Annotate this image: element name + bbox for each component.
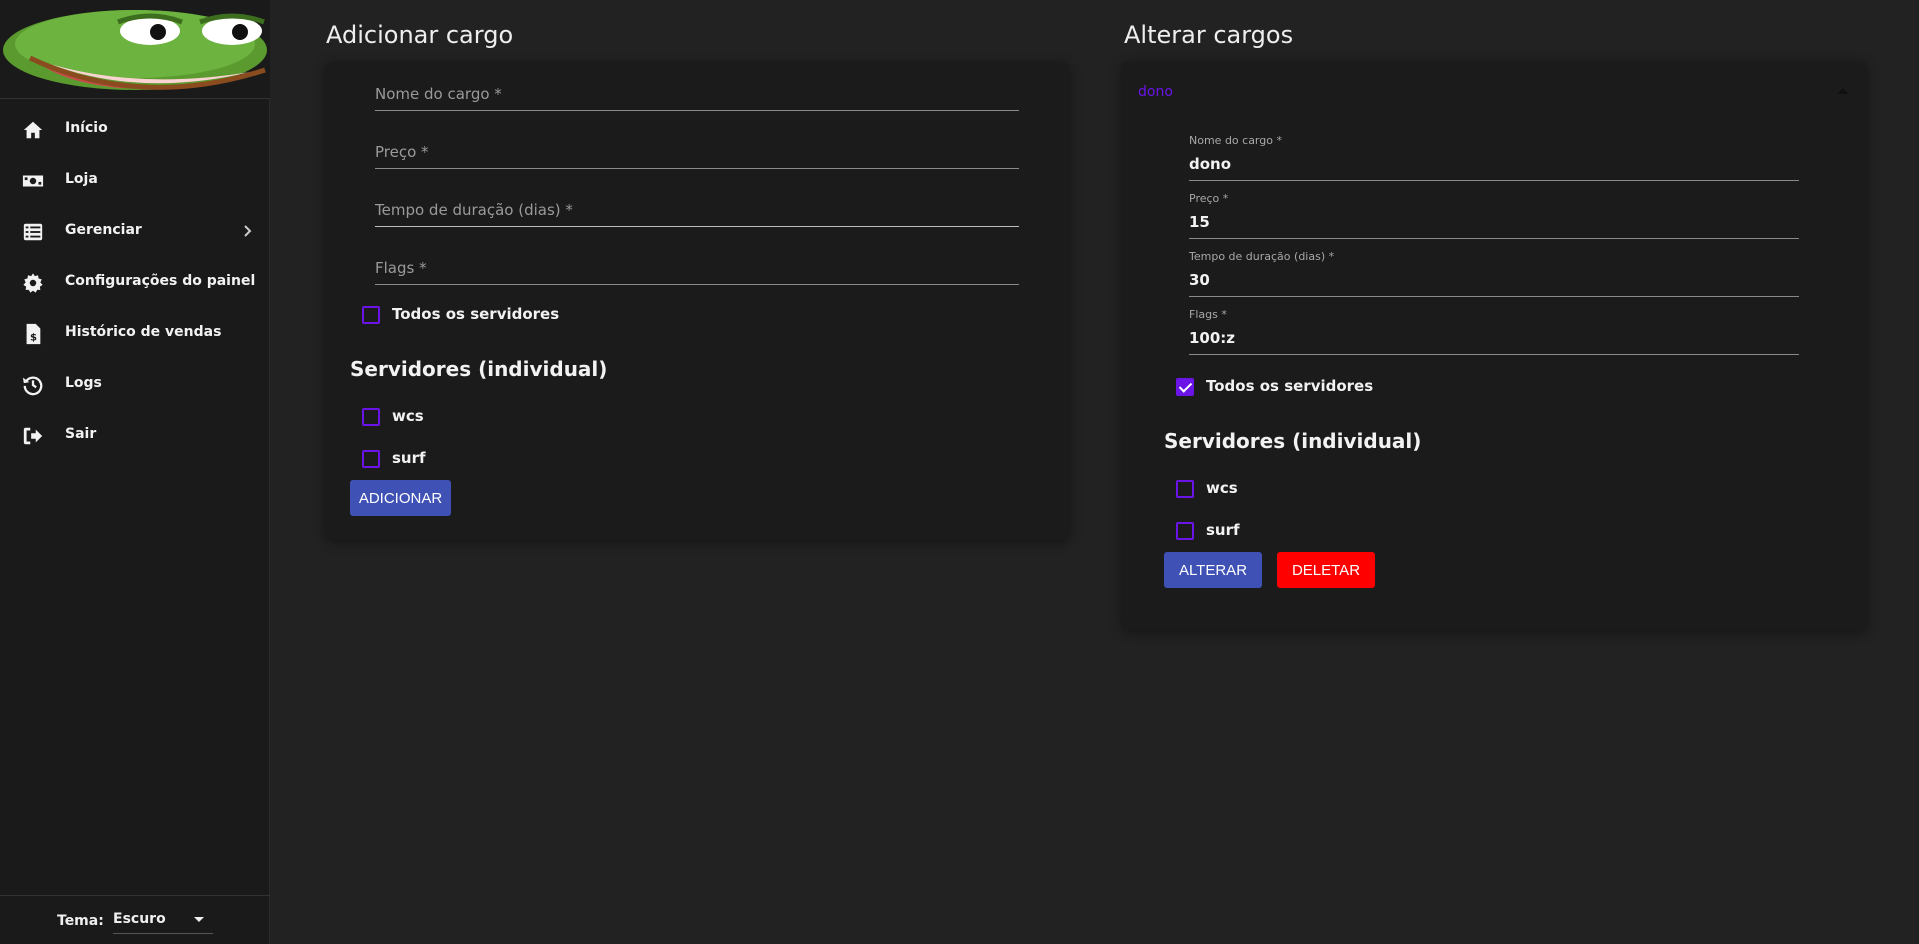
sidebar-item-sair[interactable]: Sair [0,410,270,461]
sidebar-item-inicio[interactable]: Início [0,104,270,155]
role-name-placeholder: Nome do cargo * [375,85,502,103]
dollar-file-icon: $ [26,323,41,345]
sign-out-icon [23,427,43,445]
chevron-up-icon [1837,88,1849,94]
edit-role-name-field[interactable]: Nome do cargo * dono [1189,134,1799,181]
alter-button[interactable]: ALTERAR [1164,552,1262,588]
sidebar-item-label: Sair [65,426,97,442]
servers-title: Servidores (individual) [350,357,608,381]
edit-duration-field[interactable]: Tempo de duração (dias) * 30 [1189,250,1799,297]
sidebar-item-label: Loja [65,171,98,187]
add-button[interactable]: ADICIONAR [350,480,451,516]
caret-down-icon [194,917,204,922]
svg-text:$: $ [30,332,37,343]
role-panel-dono: dono Nome do cargo * dono Preço * 15 Tem… [1123,62,1866,630]
server-checkbox-wcs[interactable] [362,408,380,426]
theme-select[interactable]: Escuro [113,904,213,934]
flags-input[interactable]: Flags * [375,251,1019,285]
sidebar-item-historico[interactable]: $ Histórico de vendas [0,308,270,359]
edit-servers-title: Servidores (individual) [1164,429,1422,453]
edit-server-label-surf: surf [1206,521,1240,539]
duration-input[interactable]: Tempo de duração (dias) * [375,193,1019,227]
role-panel-title: dono [1138,84,1173,100]
role-name-input[interactable]: Nome do cargo * [375,77,1019,111]
chevron-right-icon [244,225,252,237]
sidebar-item-label: Histórico de vendas [65,324,222,340]
sidebar-item-label: Início [65,120,108,136]
list-icon [23,223,43,241]
edit-server-checkbox-wcs[interactable] [1176,480,1194,498]
add-role-title: Adicionar cargo [326,21,514,49]
edit-duration-label: Tempo de duração (dias) * [1189,250,1335,263]
edit-price-value: 15 [1189,213,1210,231]
edit-flags-value: 100:z [1189,329,1236,347]
edit-server-checkbox-surf[interactable] [1176,522,1194,540]
flags-placeholder: Flags * [375,259,427,277]
edit-server-label-wcs: wcs [1206,479,1238,497]
edit-role-name-label: Nome do cargo * [1189,134,1282,147]
theme-bar: Tema: Escuro [0,895,270,944]
price-input[interactable]: Preço * [375,135,1019,169]
edit-duration-value: 30 [1189,271,1210,289]
edit-all-servers-checkbox[interactable] [1176,378,1194,396]
logo[interactable] [0,0,270,99]
theme-label: Tema: [57,913,104,929]
sidebar-item-label: Configurações do painel [65,273,256,289]
sidebar-item-loja[interactable]: Loja [0,155,270,206]
edit-flags-field[interactable]: Flags * 100:z [1189,308,1799,355]
edit-flags-label: Flags * [1189,308,1227,321]
edit-all-servers-label: Todos os servidores [1206,377,1374,395]
edit-role-name-value: dono [1189,155,1232,173]
sidebar-item-configuracoes[interactable]: Configurações do painel [0,257,270,308]
role-panel-header[interactable]: dono [1123,62,1866,122]
delete-button[interactable]: DELETAR [1277,552,1375,588]
duration-placeholder: Tempo de duração (dias) * [375,201,573,219]
server-checkbox-surf[interactable] [362,450,380,468]
sidebar-item-logs[interactable]: Logs [0,359,270,410]
edit-price-field[interactable]: Preço * 15 [1189,192,1799,239]
sidebar-item-label: Logs [65,375,102,391]
add-role-card: Nome do cargo * Preço * Tempo de duração… [326,62,1069,540]
frog-logo-icon [0,0,270,98]
money-icon [22,175,44,187]
sidebar-item-gerenciar[interactable]: Gerenciar [0,206,270,257]
edit-price-label: Preço * [1189,192,1229,205]
edit-roles-title: Alterar cargos [1124,21,1294,49]
all-servers-checkbox[interactable] [362,306,380,324]
sidebar: Início Loja Gerenciar Configurações do p… [0,0,270,944]
price-placeholder: Preço * [375,143,429,161]
theme-value: Escuro [113,911,166,927]
history-icon [22,376,43,396]
all-servers-label: Todos os servidores [392,305,560,323]
gear-icon [23,273,43,293]
server-label-wcs: wcs [392,407,424,425]
sidebar-item-label: Gerenciar [65,222,142,238]
server-label-surf: surf [392,449,426,467]
home-icon [23,121,43,139]
